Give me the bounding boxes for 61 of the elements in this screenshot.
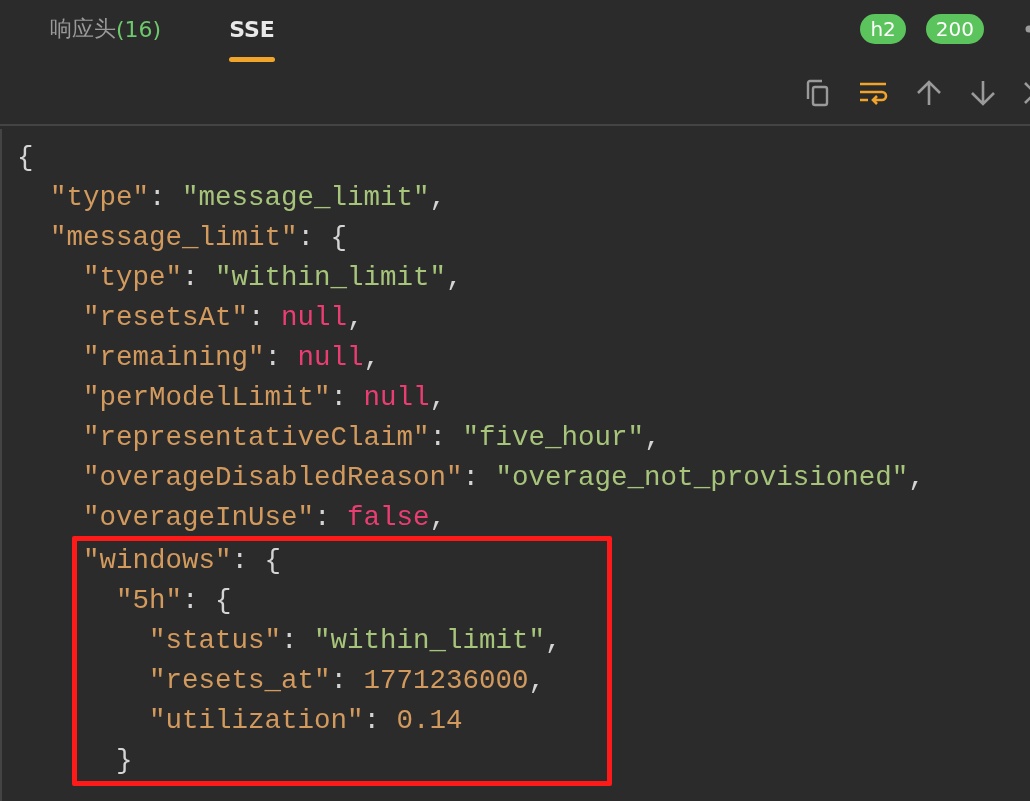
- json-punctuation: :: [248, 302, 266, 333]
- json-literal: null: [281, 302, 348, 333]
- json-punctuation: ,: [429, 382, 447, 413]
- json-punctuation: : {: [182, 585, 232, 616]
- json-key: "overageDisabledReason": [17, 462, 463, 493]
- json-key: "perModelLimit": [17, 382, 331, 413]
- json-punctuation: :: [330, 665, 349, 696]
- json-key: "remaining": [17, 342, 265, 373]
- json-punctuation: : {: [297, 222, 348, 253]
- json-punctuation: ,: [908, 462, 925, 493]
- json-string: "five_hour": [462, 422, 645, 453]
- json-punctuation: ,: [446, 262, 463, 293]
- json-punctuation: :: [314, 502, 332, 533]
- json-key: "resets_at": [17, 665, 331, 696]
- json-literal: null: [363, 382, 430, 413]
- json-punctuation: :: [363, 705, 382, 736]
- json-key: "resetsAt": [17, 302, 249, 333]
- json-punctuation: {: [17, 142, 34, 173]
- wrap-icon[interactable]: [858, 81, 888, 105]
- copy-icon[interactable]: [804, 79, 830, 107]
- json-literal: false: [347, 502, 430, 533]
- json-key: "overageInUse": [17, 502, 315, 533]
- status-badge: h2: [860, 14, 906, 44]
- tab[interactable]: 响应头(16): [50, 0, 162, 62]
- json-punctuation: ,: [347, 302, 364, 333]
- json-string: "within_limit": [314, 625, 546, 656]
- arrow-down-icon[interactable]: [970, 80, 996, 106]
- json-punctuation: ,: [545, 625, 562, 656]
- json-key: "representativeClaim": [17, 422, 430, 453]
- json-punctuation: ,: [644, 422, 661, 453]
- json-punctuation: : {: [231, 545, 282, 576]
- json-punctuation: ,: [363, 342, 381, 373]
- json-punctuation: ,: [429, 502, 447, 533]
- json-key: "type": [17, 182, 150, 213]
- json-punctuation: :: [182, 262, 200, 293]
- json-punctuation: :: [330, 382, 349, 413]
- json-string: "within_limit": [215, 262, 447, 293]
- json-key: "type": [17, 262, 183, 293]
- json-punctuation: :: [149, 182, 167, 213]
- json-key: "5h": [17, 585, 183, 616]
- json-literal: null: [297, 342, 364, 373]
- json-key: "utilization": [17, 705, 364, 736]
- json-punctuation: }: [115, 745, 133, 776]
- close-icon[interactable]: [1024, 81, 1030, 105]
- json-punctuation: :: [462, 462, 481, 493]
- json-key: "message_limit": [17, 222, 298, 253]
- json-number: 1771236000: [363, 665, 529, 696]
- tab[interactable]: SSE: [229, 0, 275, 62]
- json-string: "message_limit": [182, 182, 430, 213]
- json-punctuation: ,: [429, 182, 447, 213]
- more-icon[interactable]: [1024, 24, 1030, 34]
- json-key: "windows": [17, 545, 232, 576]
- json-key: "status": [17, 625, 282, 656]
- json-number: 0.14: [396, 705, 463, 736]
- json-punctuation: ,: [528, 665, 546, 696]
- json-punctuation: :: [281, 625, 299, 656]
- json-punctuation: :: [429, 422, 448, 453]
- json-string: "overage_not_provisioned": [495, 462, 909, 493]
- json-punctuation: :: [264, 342, 283, 373]
- status-badge: 200: [925, 14, 984, 44]
- arrow-up-icon[interactable]: [916, 80, 942, 106]
